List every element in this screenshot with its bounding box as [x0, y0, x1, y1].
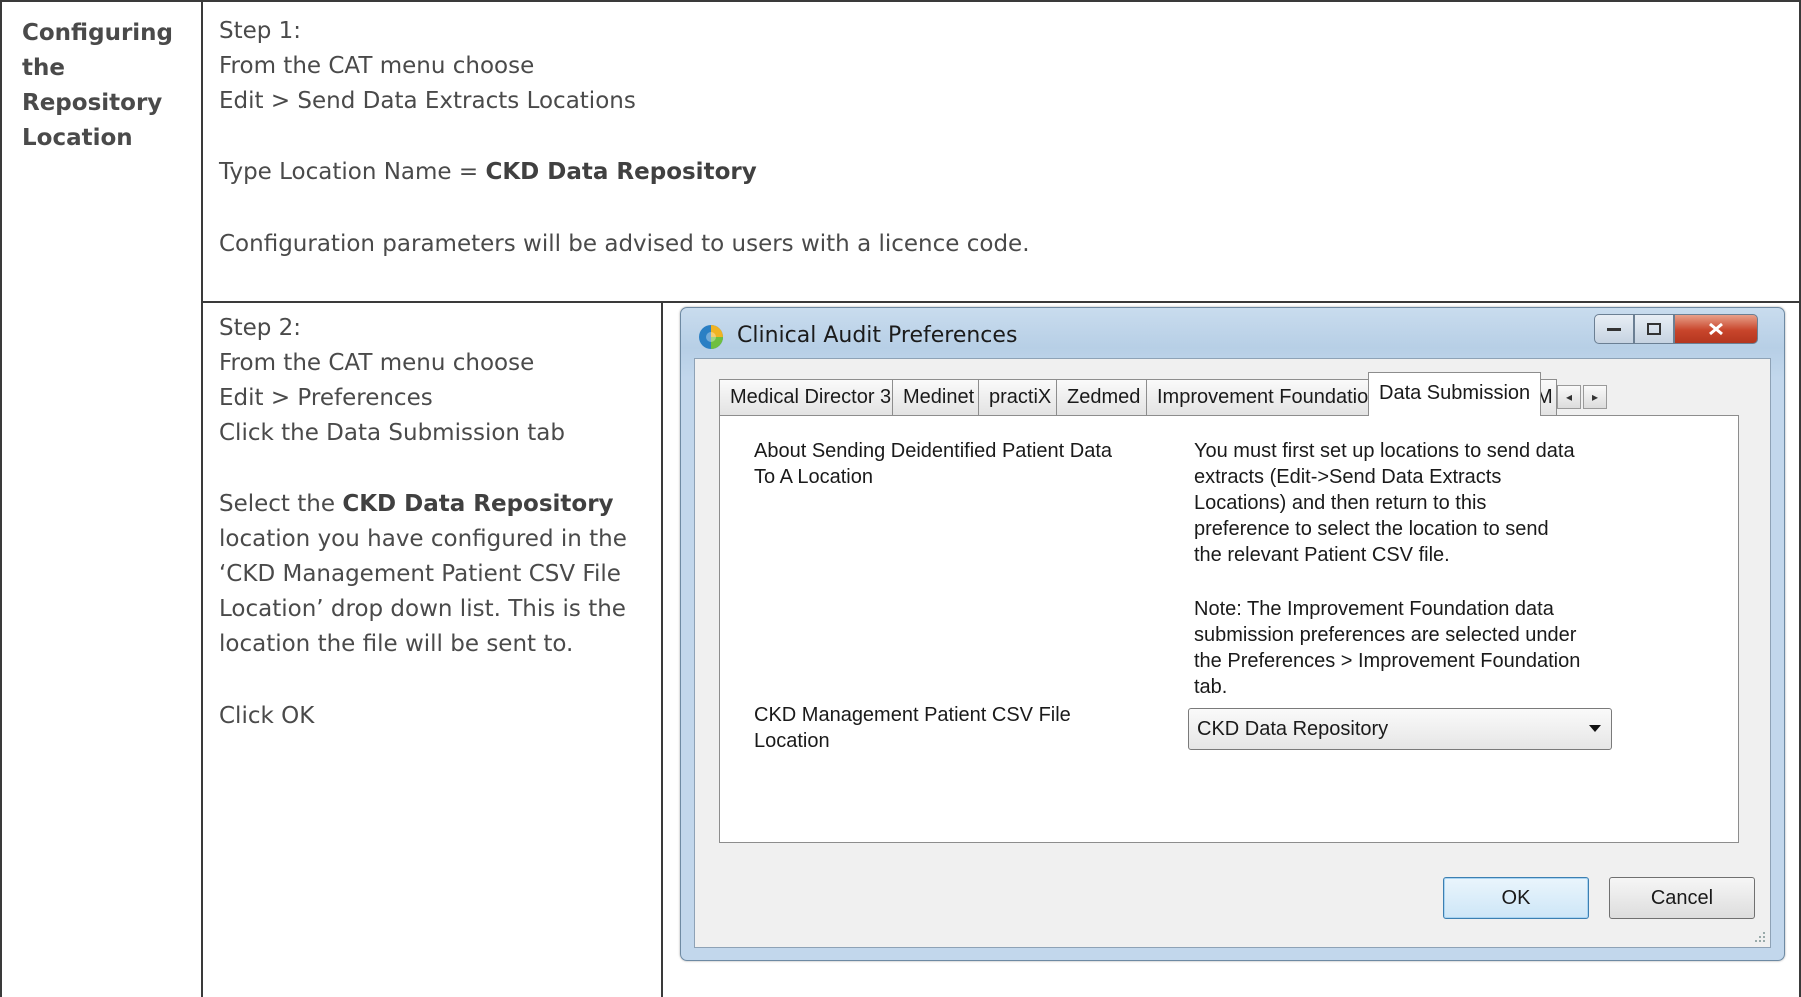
note-text-line: the Preferences > Improvement Foundation [1194, 650, 1581, 672]
note-text: Note: The Improvement Foundation data su… [1194, 596, 1580, 700]
clinical-audit-preferences-window: Clinical Audit Preferences Medical Direc… [680, 307, 1785, 961]
note-text-line: submission preferences are selected unde… [1194, 624, 1577, 646]
about-text: You must first set up locations to send … [1194, 438, 1575, 568]
heading-line: Repository [22, 90, 163, 116]
step2-line2: Edit > Preferences [219, 385, 433, 411]
cancel-button[interactable]: Cancel [1609, 877, 1755, 919]
csv-location-label: CKD Management Patient CSV File Location [754, 702, 1071, 754]
heading-line: the [22, 55, 65, 81]
minimize-icon [1595, 315, 1633, 343]
heading-line: Configuring [22, 20, 174, 46]
tab-medical-director-3[interactable]: Medical Director 3 [719, 379, 903, 415]
step1-line2: Edit > Send Data Extracts Locations [219, 88, 636, 114]
select-bold: CKD Data Repository [342, 491, 614, 517]
column-divider-heading [201, 0, 203, 997]
close-button[interactable] [1674, 314, 1758, 344]
step1-location-instruction: Type Location Name = CKD Data Repository [219, 155, 757, 190]
csv-label-line: Location [754, 730, 830, 752]
minimize-button[interactable] [1594, 314, 1634, 344]
chevron-down-icon [1589, 725, 1601, 732]
step2-line3: Click the Data Submission tab [219, 420, 565, 446]
about-label: About Sending Deidentified Patient Data … [754, 438, 1112, 490]
maximize-icon [1635, 315, 1673, 343]
location-name: CKD Data Repository [485, 159, 757, 185]
tab-improvement-foundation[interactable]: Improvement Foundation [1146, 379, 1391, 415]
tab-scroll-left-button[interactable]: ◂ [1557, 385, 1581, 409]
maximize-button[interactable] [1634, 314, 1674, 344]
dropdown-selected-value: CKD Data Repository [1197, 718, 1389, 740]
data-submission-panel: About Sending Deidentified Patient Data … [719, 415, 1739, 843]
row-divider-steps [201, 301, 1801, 303]
note-text-line: tab. [1194, 676, 1228, 698]
window-title: Clinical Audit Preferences [737, 323, 1018, 348]
step2-desc-line: Location’ drop down list. This is the [219, 596, 626, 622]
step2-select-instruction: Select the CKD Data Repository [219, 487, 614, 522]
tab-scroll-right-button[interactable]: ▸ [1583, 385, 1607, 409]
location-prefix: Type Location Name = [219, 159, 486, 185]
heading-line: Location [22, 125, 133, 151]
tab-practix[interactable]: practiX [978, 379, 1063, 415]
step1-title: Step 1: [219, 18, 302, 44]
step1-line1: From the CAT menu choose [219, 53, 535, 79]
step2-line1: From the CAT menu choose [219, 350, 535, 376]
step2-desc-line: location you have configured in the [219, 526, 627, 552]
about-text-line: extracts (Edit->Send Data Extracts [1194, 466, 1502, 488]
close-icon [1675, 315, 1757, 343]
app-icon [699, 325, 723, 349]
about-label-line: To A Location [754, 466, 873, 488]
about-text-line: preference to select the location to sen… [1194, 518, 1549, 540]
select-prefix: Select the [219, 491, 343, 517]
about-label-line: About Sending Deidentified Patient Data [754, 440, 1113, 462]
ok-button[interactable]: OK [1443, 877, 1589, 919]
tab-medinet[interactable]: Medinet [892, 379, 986, 415]
about-text-line: You must first set up locations to send … [1194, 440, 1575, 462]
step2-desc-line: location the file will be sent to. [219, 631, 574, 657]
table-border-left [0, 0, 2, 997]
note-text-line: Note: The Improvement Foundation data [1194, 598, 1554, 620]
dialog-client-area: Medical Director 3 Medinet practiX Zedme… [694, 358, 1771, 948]
resize-grip-icon[interactable] [1752, 929, 1766, 943]
section-heading: Configuring the Repository Location [22, 16, 192, 156]
tab-zedmed[interactable]: Zedmed [1056, 379, 1152, 415]
about-text-line: Locations) and then return to this [1194, 492, 1487, 514]
step2-click-ok: Click OK [219, 703, 315, 729]
about-text-line: the relevant Patient CSV file. [1194, 544, 1450, 566]
table-border-top [0, 0, 1801, 2]
step1-note: Configuration parameters will be advised… [219, 231, 1030, 257]
step2-title: Step 2: [219, 315, 302, 341]
step2-desc-line: ‘CKD Management Patient CSV File [219, 561, 621, 587]
csv-label-line: CKD Management Patient CSV File [754, 704, 1071, 726]
tab-data-submission[interactable]: Data Submission [1368, 372, 1542, 416]
column-divider-step2 [661, 301, 663, 997]
csv-location-dropdown[interactable]: CKD Data Repository [1188, 708, 1612, 750]
